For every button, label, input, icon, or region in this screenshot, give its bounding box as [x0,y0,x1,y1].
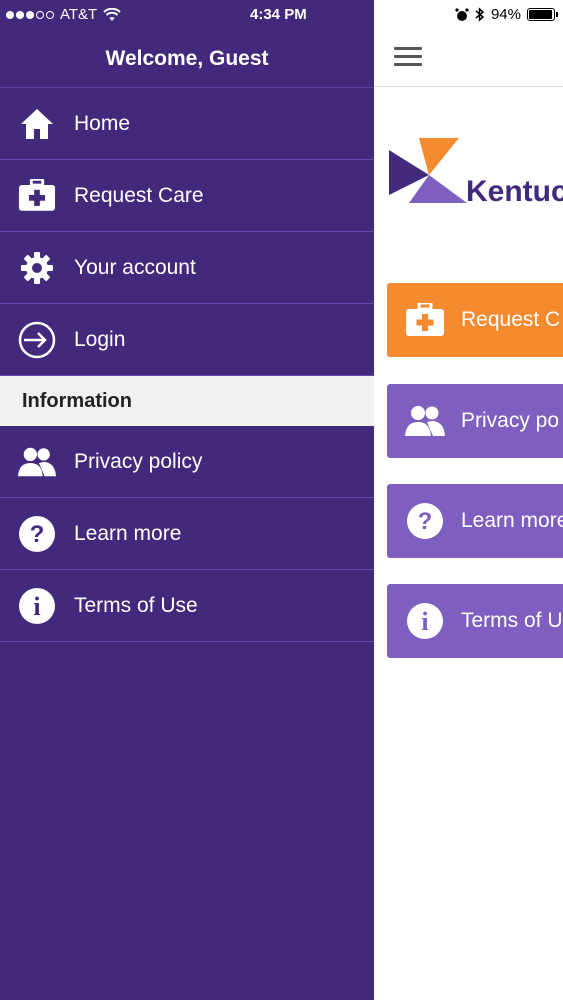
top-bar [374,30,563,87]
svg-text:i: i [33,592,40,621]
section-title: Information [22,389,132,412]
menu-item-login[interactable]: Login [0,304,374,376]
menu-item-learn-more[interactable]: ? Learn more [0,498,374,570]
svg-text:i: i [421,607,428,636]
main-content: Kentuc Request C Privacy po ? Learn more… [374,0,563,1000]
menu-item-request-care[interactable]: Request Care [0,160,374,232]
card-label: Terms of U [461,609,563,632]
terms-of-use-card[interactable]: i Terms of U [387,584,563,658]
menu-item-home[interactable]: Home [0,88,374,160]
question-icon: ? [18,515,56,553]
carrier-label: AT&T [60,6,98,23]
question-icon: ? [405,501,445,541]
welcome-title: Welcome, Guest [105,46,269,70]
status-left: AT&T [6,6,121,23]
clock: 4:34 PM [250,6,307,23]
info-icon: i [18,587,56,625]
users-icon [405,401,445,441]
menu-item-label: Login [74,327,126,351]
menu-item-privacy-policy[interactable]: Privacy policy [0,426,374,498]
wifi-icon [103,7,121,21]
menu-item-your-account[interactable]: Your account [0,232,374,304]
menu-item-label: Your account [74,255,196,279]
info-icon: i [405,601,445,641]
privacy-policy-card[interactable]: Privacy po [387,384,563,458]
medical-kit-icon [18,177,56,215]
home-icon [18,105,56,143]
menu-item-label: Privacy policy [74,449,203,473]
menu-item-label: Request Care [74,183,204,207]
logo-text: Kentuc [466,175,563,208]
login-icon [18,321,56,359]
side-drawer: Welcome, Guest Home Request Care Your ac… [0,0,374,1000]
section-header-information: Information [0,376,374,426]
battery-icon [527,8,558,21]
menu-item-label: Home [74,111,131,135]
card-label: Learn more [461,509,563,532]
svg-text:?: ? [30,521,45,548]
menu-icon[interactable] [394,45,424,69]
menu-item-terms-of-use[interactable]: i Terms of Use [0,570,374,642]
request-care-card[interactable]: Request C [387,283,563,357]
menu-item-label: Learn more [74,521,182,545]
medical-kit-icon [405,300,445,340]
menu-item-label: Terms of Use [74,593,198,617]
learn-more-card[interactable]: ? Learn more [387,484,563,558]
signal-strength-icon [6,10,54,19]
svg-text:?: ? [418,508,433,535]
alarm-icon [455,7,469,21]
users-icon [18,443,56,481]
card-label: Request C [461,308,561,331]
battery-percent: 94% [490,6,521,23]
status-bar: AT&T 4:34 PM 94% [0,0,563,30]
bluetooth-icon [475,7,485,22]
gear-icon [18,249,56,287]
card-label: Privacy po [461,409,560,432]
status-right: 94% [455,6,558,23]
